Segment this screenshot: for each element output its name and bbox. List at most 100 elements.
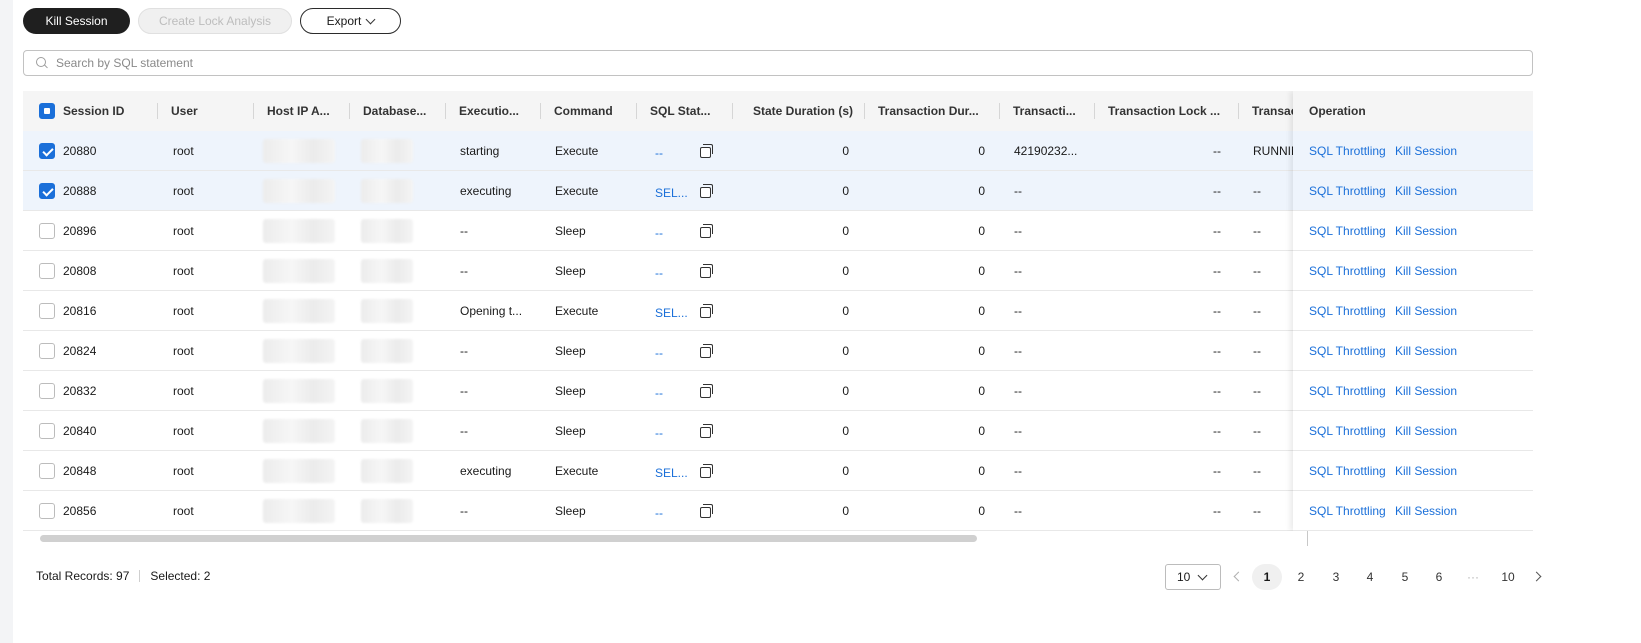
page-5[interactable]: 5 (1390, 564, 1420, 590)
column-divider[interactable] (732, 103, 733, 119)
sql-throttling-link[interactable]: SQL Throttling (1309, 251, 1386, 291)
copy-icon[interactable] (700, 344, 713, 358)
kill-session-link[interactable]: Kill Session (1395, 451, 1457, 491)
search-input[interactable] (56, 56, 1456, 70)
state-duration: 0 (842, 224, 849, 238)
sql-throttling-link[interactable]: SQL Throttling (1309, 131, 1386, 171)
sql-statement-link[interactable]: -- (655, 493, 663, 531)
sql-statement-link[interactable]: -- (655, 373, 663, 413)
kill-session-link[interactable]: Kill Session (1395, 291, 1457, 331)
copy-icon[interactable] (700, 504, 713, 518)
sql-statement-link[interactable]: SEL... (655, 293, 688, 333)
sql-statement-link[interactable]: -- (655, 413, 663, 453)
sql-statement-link[interactable]: -- (655, 133, 663, 173)
row-checkbox[interactable] (39, 423, 55, 439)
operation-cell: SQL Throttling Kill Session (1293, 331, 1533, 371)
copy-icon[interactable] (700, 184, 713, 198)
column-divider[interactable] (157, 103, 158, 119)
row-checkbox[interactable] (39, 223, 55, 239)
sql-throttling-link[interactable]: SQL Throttling (1309, 371, 1386, 411)
row-checkbox[interactable] (39, 343, 55, 359)
row-checkbox[interactable] (39, 463, 55, 479)
column-divider[interactable] (999, 103, 1000, 119)
transaction-id: -- (1014, 384, 1022, 398)
sql-statement-link[interactable]: SEL... (655, 173, 688, 213)
kill-session-link[interactable]: Kill Session (1395, 371, 1457, 411)
sql-statement-link[interactable]: SEL... (655, 453, 688, 493)
session-id: 20880 (63, 144, 97, 158)
column-divider[interactable] (1238, 103, 1239, 119)
sql-statement-link[interactable]: -- (655, 213, 663, 253)
sql-throttling-link[interactable]: SQL Throttling (1309, 291, 1386, 331)
page-4[interactable]: 4 (1355, 564, 1385, 590)
kill-session-link[interactable]: Kill Session (1395, 491, 1457, 531)
copy-icon[interactable] (700, 384, 713, 398)
pagination-ellipsis[interactable]: ··· (1458, 564, 1488, 590)
page-6[interactable]: 6 (1424, 564, 1454, 590)
copy-icon[interactable] (700, 224, 713, 238)
row-checkbox[interactable] (39, 383, 55, 399)
copy-icon[interactable] (700, 264, 713, 278)
command: Sleep (555, 424, 586, 438)
transaction-state: -- (1253, 424, 1261, 438)
kill-session-link[interactable]: Kill Session (1395, 131, 1457, 171)
page-3[interactable]: 3 (1321, 564, 1351, 590)
kill-session-link[interactable]: Kill Session (1395, 411, 1457, 451)
kill-session-link[interactable]: Kill Session (1395, 211, 1457, 251)
select-all-checkbox[interactable] (39, 103, 55, 119)
command: Execute (555, 464, 599, 478)
sql-throttling-link[interactable]: SQL Throttling (1309, 491, 1386, 531)
column-header: State Duration (s) (753, 104, 854, 118)
divider (1307, 531, 1308, 546)
column-header: Command (554, 104, 613, 118)
transaction-id: -- (1014, 184, 1022, 198)
sql-throttling-link[interactable]: SQL Throttling (1309, 211, 1386, 251)
column-divider[interactable] (253, 103, 254, 119)
state-duration: 0 (842, 304, 849, 318)
column-divider[interactable] (1094, 103, 1095, 119)
row-checkbox[interactable] (39, 303, 55, 319)
kill-session-link[interactable]: Kill Session (1395, 171, 1457, 211)
session-id: 20896 (63, 224, 97, 238)
copy-icon[interactable] (700, 304, 713, 318)
kill-session-button[interactable]: Kill Session (23, 8, 130, 34)
state-duration: 0 (842, 424, 849, 438)
user: root (173, 384, 194, 398)
row-checkbox[interactable] (39, 143, 55, 159)
transaction-state: -- (1253, 504, 1261, 518)
column-divider[interactable] (540, 103, 541, 119)
export-button[interactable]: Export (300, 8, 401, 34)
kill-session-link[interactable]: Kill Session (1395, 331, 1457, 371)
search-bar[interactable] (23, 50, 1533, 76)
operation-cell: SQL Throttling Kill Session (1293, 251, 1533, 291)
column-divider[interactable] (349, 103, 350, 119)
copy-icon[interactable] (700, 464, 713, 478)
host-ip-redacted (263, 379, 335, 403)
column-divider[interactable] (864, 103, 865, 119)
horizontal-scrollbar[interactable] (40, 535, 977, 542)
column-header: Database... (363, 104, 427, 118)
page-10[interactable]: 10 (1493, 564, 1523, 590)
user: root (173, 344, 194, 358)
execution-state: -- (460, 344, 468, 358)
page-size-select[interactable]: 10 (1165, 564, 1221, 590)
row-checkbox[interactable] (39, 503, 55, 519)
copy-icon[interactable] (700, 144, 713, 158)
page-1[interactable]: 1 (1252, 564, 1282, 590)
copy-icon[interactable] (700, 424, 713, 438)
column-divider[interactable] (636, 103, 637, 119)
column-divider[interactable] (445, 103, 446, 119)
sql-throttling-link[interactable]: SQL Throttling (1309, 331, 1386, 371)
row-checkbox[interactable] (39, 183, 55, 199)
transaction-lock: -- (1213, 144, 1221, 158)
sql-throttling-link[interactable]: SQL Throttling (1309, 171, 1386, 211)
transaction-id: -- (1014, 264, 1022, 278)
sql-statement-link[interactable]: -- (655, 333, 663, 373)
sql-throttling-link[interactable]: SQL Throttling (1309, 411, 1386, 451)
kill-session-link[interactable]: Kill Session (1395, 251, 1457, 291)
sql-throttling-link[interactable]: SQL Throttling (1309, 451, 1386, 491)
sql-statement-link[interactable]: -- (655, 253, 663, 293)
chevron-down-icon (365, 14, 376, 24)
page-2[interactable]: 2 (1286, 564, 1316, 590)
row-checkbox[interactable] (39, 263, 55, 279)
